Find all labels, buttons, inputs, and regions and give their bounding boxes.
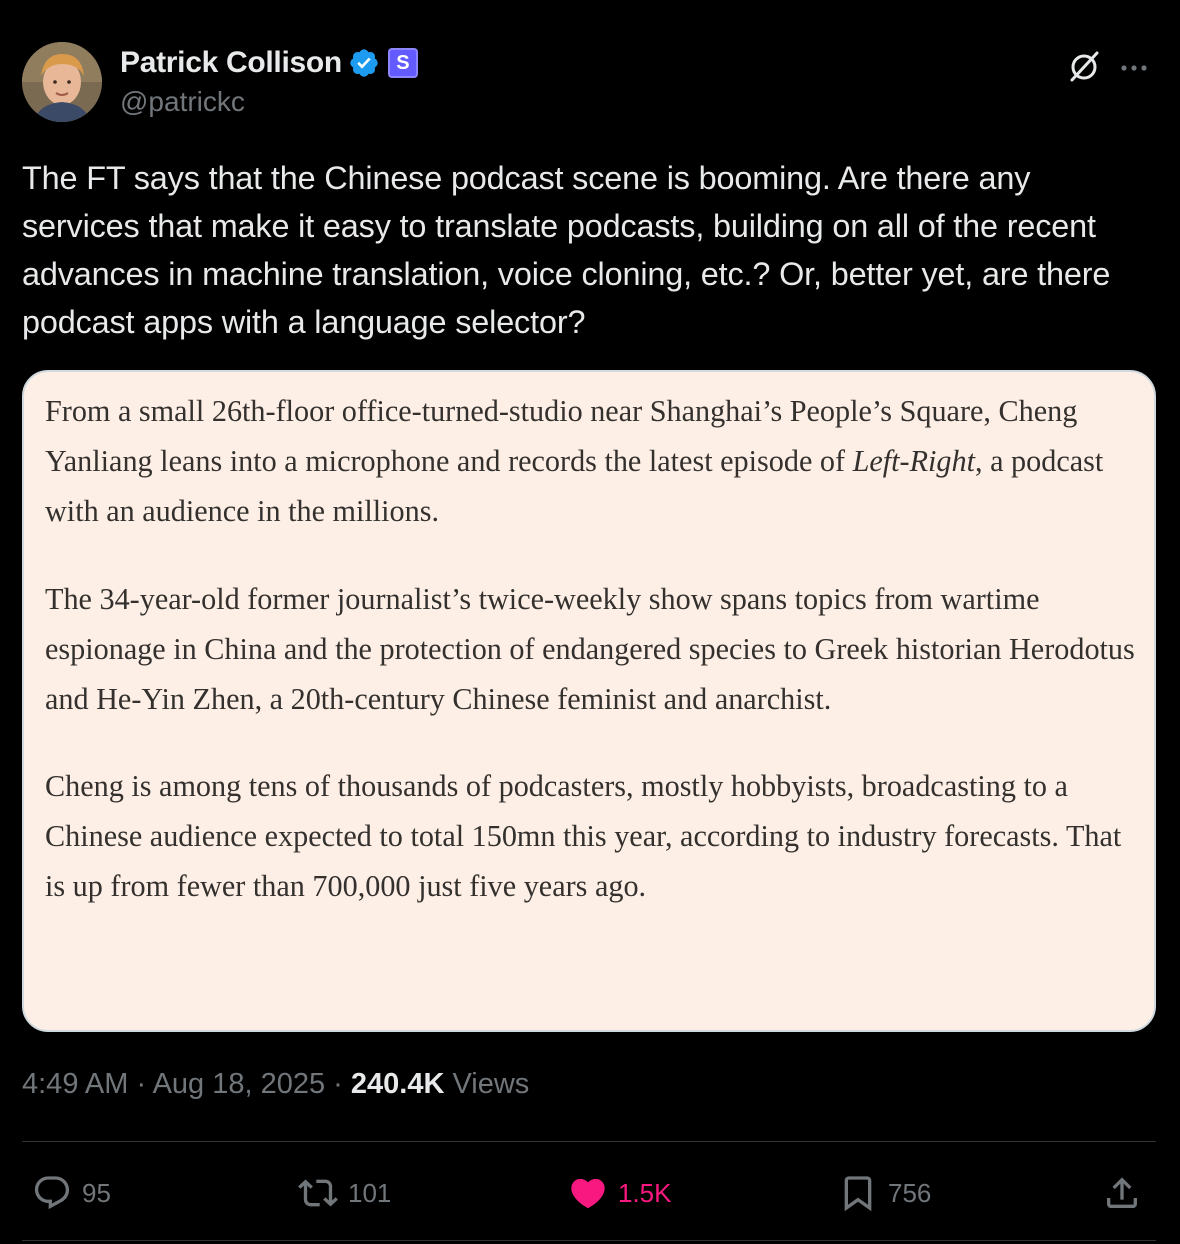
reply-icon bbox=[34, 1176, 70, 1210]
bookmark-count: 756 bbox=[888, 1177, 932, 1208]
bookmark-icon bbox=[844, 1176, 872, 1212]
author-name[interactable]: Patrick Collison bbox=[120, 46, 342, 80]
quoted-article-text: From a small 26th-floor office-turned-st… bbox=[45, 386, 1145, 949]
verified-badge-icon[interactable] bbox=[348, 47, 380, 79]
grok-icon[interactable] bbox=[1066, 48, 1102, 84]
tweet-meta: 4:49 AM · Aug 18, 2025 · 240.4K Views bbox=[22, 1068, 529, 1101]
bottom-divider bbox=[22, 1240, 1156, 1241]
meta-separator: · bbox=[325, 1068, 351, 1100]
quote-paragraph-3: Cheng is among tens of thousands of podc… bbox=[45, 769, 1122, 903]
meta-separator: · bbox=[128, 1068, 153, 1100]
reply-button[interactable]: 95 bbox=[32, 1166, 111, 1220]
heart-icon bbox=[571, 1178, 605, 1209]
retweet-button[interactable]: 101 bbox=[298, 1166, 391, 1220]
quote-paragraph-1: From a small 26th-floor office-turned-st… bbox=[45, 386, 1145, 536]
views-label: Views bbox=[444, 1068, 530, 1100]
action-bar: 95 101 1.5K 756 bbox=[22, 1166, 1156, 1220]
tweet-text: The FT says that the Chinese podcast sce… bbox=[22, 160, 1111, 340]
tweet-header: Patrick Collison S @patrickc bbox=[22, 40, 1158, 124]
retweet-icon bbox=[298, 1179, 338, 1207]
like-count: 1.5K bbox=[618, 1177, 672, 1208]
podcast-title: Left-Right bbox=[852, 444, 976, 478]
tweet-date[interactable]: Aug 18, 2025 bbox=[153, 1068, 326, 1100]
share-button[interactable] bbox=[1102, 1166, 1142, 1220]
quote-paragraph-2: The 34-year-old former journalist’s twic… bbox=[45, 581, 1135, 716]
more-options-icon[interactable] bbox=[1114, 48, 1154, 84]
author-name-row: Patrick Collison S bbox=[120, 44, 418, 82]
subscription-badge[interactable]: S bbox=[387, 48, 418, 78]
views-count: 240.4K bbox=[350, 1068, 445, 1100]
retweet-count: 101 bbox=[348, 1177, 392, 1208]
bookmark-button[interactable]: 756 bbox=[838, 1166, 931, 1220]
tweet-time[interactable]: 4:49 AM bbox=[22, 1068, 128, 1100]
share-icon bbox=[1107, 1177, 1137, 1208]
reply-count: 95 bbox=[82, 1177, 111, 1208]
divider bbox=[22, 1141, 1156, 1142]
author-handle[interactable]: @patrickc bbox=[120, 86, 245, 118]
like-button[interactable]: 1.5K bbox=[568, 1166, 672, 1220]
avatar[interactable] bbox=[22, 42, 102, 122]
quoted-article-image[interactable]: From a small 26th-floor office-turned-st… bbox=[22, 370, 1156, 1032]
